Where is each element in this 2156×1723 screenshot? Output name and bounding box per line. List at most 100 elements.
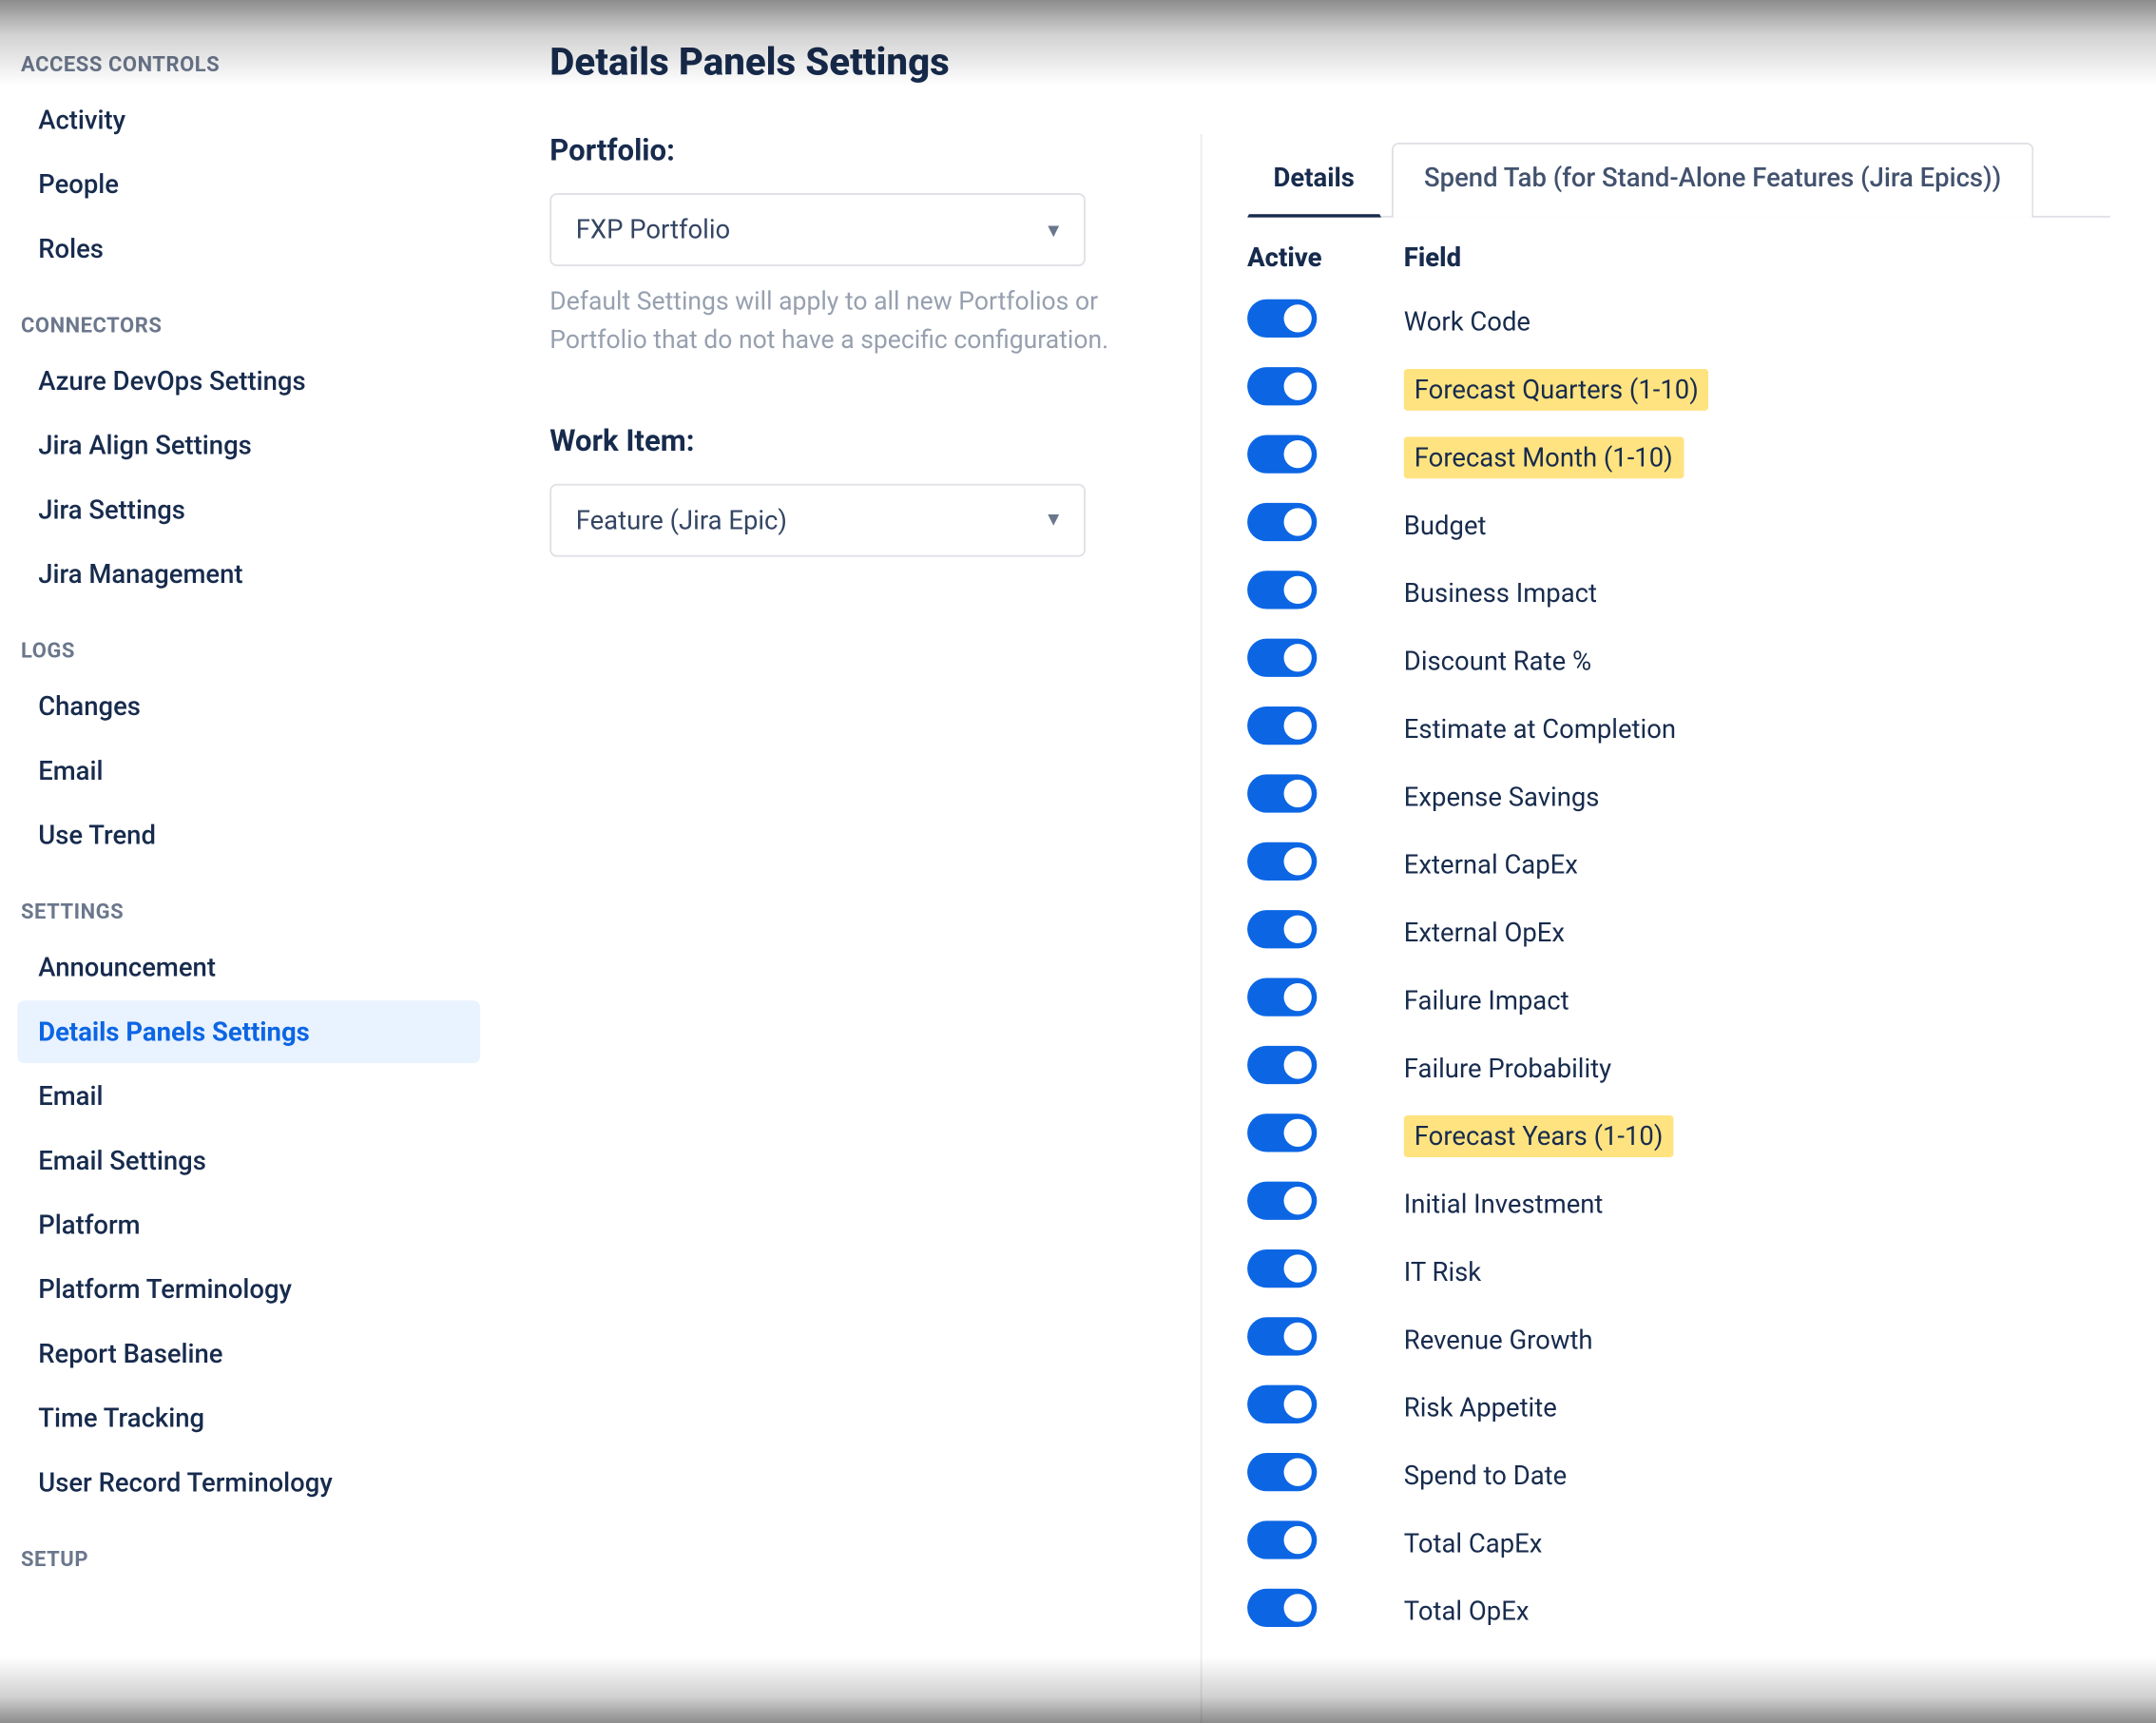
portfolio-hint: Default Settings will apply to all new P… xyxy=(549,283,1148,361)
field-name: Initial Investment xyxy=(1404,1186,1604,1221)
active-toggle[interactable] xyxy=(1247,909,1317,947)
tab-spend[interactable]: Spend Tab (for Stand-Alone Features (Jir… xyxy=(1391,143,2034,218)
field-name: Budget xyxy=(1404,507,1487,542)
header-active: Active xyxy=(1247,242,1404,273)
page-title: Details Panels Settings xyxy=(549,42,2155,86)
sidebar-item[interactable]: Use Trend xyxy=(17,803,480,866)
active-toggle[interactable] xyxy=(1247,1452,1317,1490)
active-toggle[interactable] xyxy=(1247,1045,1317,1083)
active-toggle[interactable] xyxy=(1247,435,1317,473)
active-toggle[interactable] xyxy=(1247,1384,1317,1423)
table-header: Active Field xyxy=(1247,242,2121,273)
sidebar-item[interactable]: Platform Terminology xyxy=(17,1258,480,1321)
active-toggle[interactable] xyxy=(1247,570,1317,608)
table-row: Failure Impact xyxy=(1247,966,2121,1034)
table-row: External CapEx xyxy=(1247,830,2121,898)
sidebar-item[interactable]: User Record Terminology xyxy=(17,1451,480,1514)
tabs: Details Spend Tab (for Stand-Alone Featu… xyxy=(1247,141,2110,218)
sidebar-item[interactable]: Report Baseline xyxy=(17,1323,480,1385)
table-row: Total CapEx xyxy=(1247,1509,2121,1577)
sidebar-section-label: SETUP xyxy=(17,1516,480,1582)
portfolio-label: Portfolio: xyxy=(549,134,1148,169)
sidebar-section-label: CONNECTORS xyxy=(17,281,480,348)
active-toggle[interactable] xyxy=(1247,978,1317,1016)
table-row: Budget xyxy=(1247,491,2121,558)
field-name: Failure Probability xyxy=(1404,1050,1611,1085)
field-name: Forecast Years (1-10) xyxy=(1404,1114,1674,1156)
field-name: External OpEx xyxy=(1404,915,1565,950)
table-row: IT Risk xyxy=(1247,1237,2121,1305)
field-name: Risk Appetite xyxy=(1404,1389,1557,1424)
sidebar-item[interactable]: Email xyxy=(17,1065,480,1128)
active-toggle[interactable] xyxy=(1247,1520,1317,1558)
sidebar-item[interactable]: Activity xyxy=(17,88,480,151)
header-field: Field xyxy=(1404,242,2121,273)
workitem-select-value: Feature (Jira Epic) xyxy=(576,505,787,536)
table-row: Business Impact xyxy=(1247,558,2121,626)
active-toggle[interactable] xyxy=(1247,638,1317,676)
active-toggle[interactable] xyxy=(1247,1588,1317,1626)
field-name: IT Risk xyxy=(1404,1254,1481,1289)
field-name: Work Code xyxy=(1404,303,1530,339)
right-column: Details Spend Tab (for Stand-Alone Featu… xyxy=(1201,134,2156,1723)
portfolio-select[interactable]: FXP Portfolio ▼ xyxy=(549,193,1086,266)
active-toggle[interactable] xyxy=(1247,1181,1317,1219)
field-name: Spend to Date xyxy=(1404,1458,1567,1493)
table-row: Risk Appetite xyxy=(1247,1373,2121,1441)
chevron-down-icon: ▼ xyxy=(1044,509,1063,532)
active-toggle[interactable] xyxy=(1247,1113,1317,1151)
sidebar-item[interactable]: Time Tracking xyxy=(17,1387,480,1450)
table-row: Revenue Growth xyxy=(1247,1306,2121,1373)
active-toggle[interactable] xyxy=(1247,1249,1317,1287)
active-toggle[interactable] xyxy=(1247,1316,1317,1354)
active-toggle[interactable] xyxy=(1247,842,1317,880)
table-row: External OpEx xyxy=(1247,898,2121,965)
workitem-label: Work Item: xyxy=(549,424,1148,459)
tab-details[interactable]: Details xyxy=(1247,143,1380,218)
sidebar-item[interactable]: Details Panels Settings xyxy=(17,1000,480,1063)
table-row: Estimate at Completion xyxy=(1247,694,2121,762)
field-name: Forecast Month (1-10) xyxy=(1404,436,1684,477)
sidebar-item[interactable]: People xyxy=(17,153,480,216)
active-toggle[interactable] xyxy=(1247,366,1317,404)
sidebar-item[interactable]: Azure DevOps Settings xyxy=(17,350,480,413)
active-toggle[interactable] xyxy=(1247,773,1317,811)
sidebar-item[interactable]: Email Settings xyxy=(17,1130,480,1192)
sidebar-item[interactable]: Platform xyxy=(17,1193,480,1256)
field-name: Total OpEx xyxy=(1404,1593,1530,1628)
table-row: Failure Probability xyxy=(1247,1034,2121,1101)
sidebar-item[interactable]: Announcement xyxy=(17,937,480,999)
table-row: Discount Rate % xyxy=(1247,627,2121,694)
workitem-select[interactable]: Feature (Jira Epic) ▼ xyxy=(549,484,1086,557)
sidebar-item[interactable]: Email xyxy=(17,740,480,803)
sidebar-item[interactable]: Changes xyxy=(17,675,480,738)
table-row: Forecast Quarters (1-10) xyxy=(1247,355,2121,422)
field-name: Business Impact xyxy=(1404,575,1597,610)
sidebar-item[interactable]: Roles xyxy=(17,218,480,281)
main-content: Details Panels Settings Portfolio: FXP P… xyxy=(497,0,2155,1723)
table-row: Forecast Years (1-10) xyxy=(1247,1101,2121,1169)
table-row: Expense Savings xyxy=(1247,763,2121,830)
sidebar-item[interactable]: Jira Settings xyxy=(17,478,480,541)
sidebar-item[interactable]: Jira Management xyxy=(17,543,480,606)
sidebar-section-label: SETTINGS xyxy=(17,868,480,935)
chevron-down-icon: ▼ xyxy=(1044,219,1063,242)
field-name: External CapEx xyxy=(1404,846,1578,881)
field-name: Estimate at Completion xyxy=(1404,711,1676,746)
active-toggle[interactable] xyxy=(1247,502,1317,540)
table-row: Spend to Date xyxy=(1247,1441,2121,1508)
sidebar-section-label: ACCESS CONTROLS xyxy=(17,21,480,87)
sidebar-item[interactable]: Jira Align Settings xyxy=(17,415,480,477)
table-row: Initial Investment xyxy=(1247,1170,2121,1237)
active-toggle[interactable] xyxy=(1247,299,1317,337)
table-row: Forecast Month (1-10) xyxy=(1247,423,2121,491)
sidebar: ACCESS CONTROLSActivityPeopleRolesCONNEC… xyxy=(0,0,497,1723)
portfolio-select-value: FXP Portfolio xyxy=(576,214,730,245)
active-toggle[interactable] xyxy=(1247,706,1317,744)
table-row: Total OpEx xyxy=(1247,1577,2121,1644)
field-name: Expense Savings xyxy=(1404,779,1600,814)
field-name: Forecast Quarters (1-10) xyxy=(1404,368,1709,410)
left-column: Portfolio: FXP Portfolio ▼ Default Setti… xyxy=(549,134,1148,1723)
field-name: Total CapEx xyxy=(1404,1525,1543,1560)
sidebar-section-label: LOGS xyxy=(17,608,480,674)
